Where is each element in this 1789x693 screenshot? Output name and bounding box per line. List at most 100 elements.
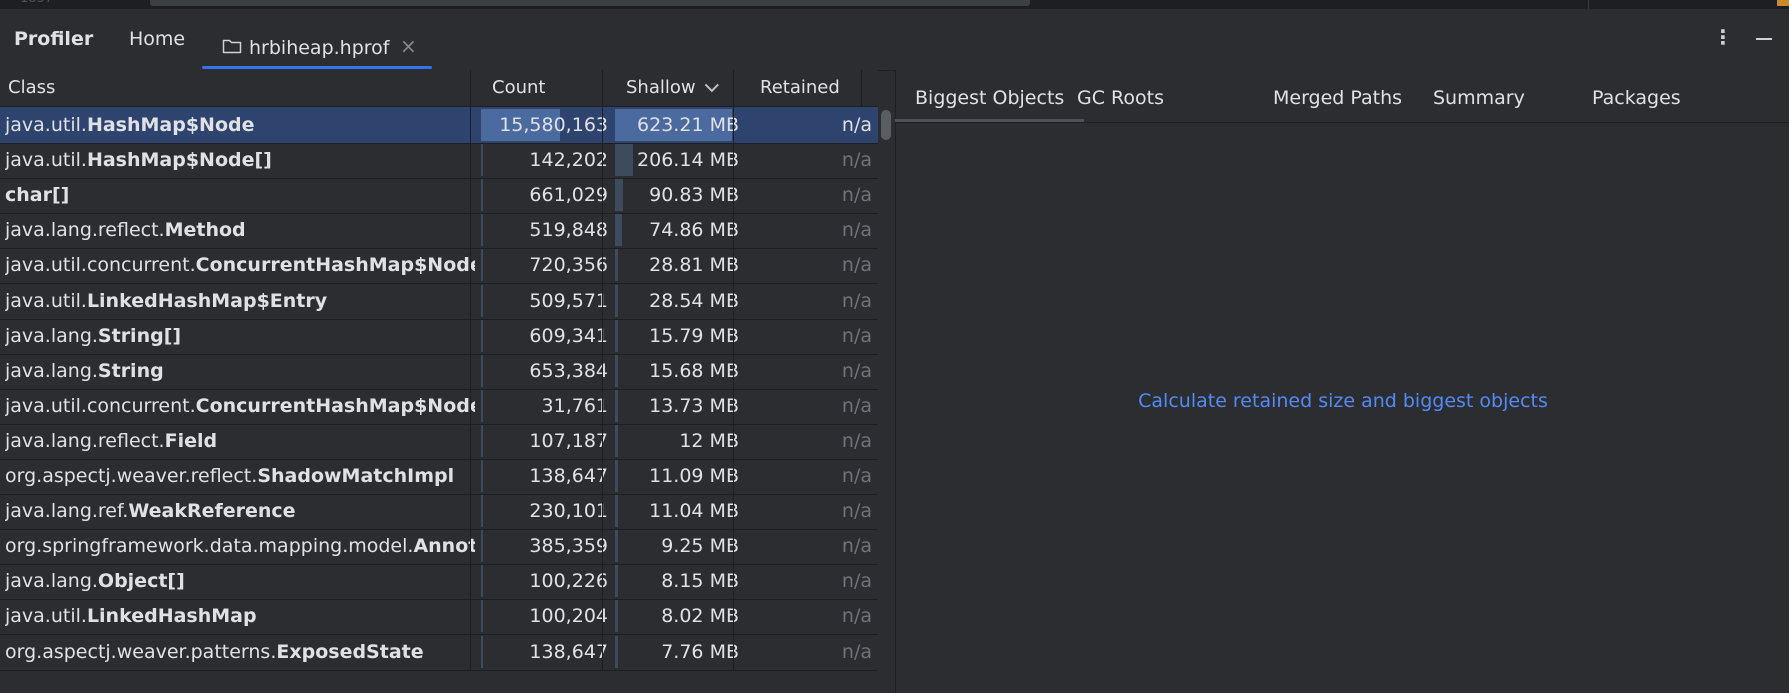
- cell-divider: [733, 633, 734, 670]
- column-divider[interactable]: [602, 70, 603, 106]
- column-header-shallow-label: Shallow: [626, 77, 696, 98]
- cell-divider: [602, 387, 603, 424]
- shallow-cell: 9.25 MB: [661, 535, 739, 558]
- table-row[interactable]: java.lang.ref.WeakReference 230,101 11.04 …: [0, 493, 878, 531]
- table-row[interactable]: java.util.LinkedHashMap$Entry 509,571 28.5…: [0, 282, 878, 320]
- tab-gc-roots[interactable]: GC Roots: [1077, 70, 1164, 122]
- table-row[interactable]: java.util.concurrent.ConcurrentHashMap$N…: [0, 387, 878, 425]
- table-scrollbar-track[interactable]: [878, 107, 894, 693]
- table-row[interactable]: java.util.concurrent.ConcurrentHashMap$N…: [0, 247, 878, 285]
- table-row[interactable]: org.aspectj.weaver.reflect.ShadowMatchIm…: [0, 458, 878, 495]
- shallow-cell: 15.68 MB: [649, 359, 739, 382]
- retained-cell: n/a: [841, 184, 872, 207]
- cell-divider: [602, 493, 603, 530]
- cell-divider: [602, 107, 603, 143]
- class-simple-name: String[]: [97, 324, 182, 347]
- cell-divider: [470, 317, 471, 354]
- count-cell: 142,202: [529, 149, 608, 172]
- error-stripe-marker[interactable]: [1777, 0, 1789, 6]
- class-package: java.lang.reflect.: [5, 429, 165, 452]
- tab-hprof-file[interactable]: hrbiheap.hprof ×: [202, 19, 432, 69]
- cell-divider: [470, 493, 471, 530]
- column-header-retained[interactable]: Retained: [760, 70, 840, 106]
- column-header-class[interactable]: Class: [8, 70, 55, 106]
- minimize-icon[interactable]: [1755, 26, 1773, 46]
- class-package: org.springframework.data.mapping.model.: [5, 535, 414, 558]
- count-cell: 138,647: [529, 640, 608, 663]
- table-row[interactable]: org.springframework.data.mapping.model.A…: [0, 528, 878, 566]
- table-row[interactable]: java.lang.reflect.Field 107,187 12 MB n/a: [0, 422, 878, 460]
- cell-divider: [733, 598, 734, 635]
- column-header-shallow[interactable]: Shallow: [626, 70, 719, 106]
- table-row[interactable]: java.lang.String 653,384 15.68 MB n/a: [0, 352, 878, 390]
- table-row[interactable]: java.lang.Object[] 100,226 8.15 MB n/a: [0, 563, 878, 601]
- cell-divider: [602, 528, 603, 565]
- shallow-cell: 8.02 MB: [661, 605, 739, 628]
- details-panel: Biggest Objects GC Roots Merged Paths Summa…: [894, 70, 1789, 693]
- table-scrollbar-thumb[interactable]: [881, 110, 891, 140]
- cell-divider: [470, 528, 471, 565]
- count-cell: 609,341: [529, 324, 608, 347]
- shallow-cell: 206.14 MB: [637, 149, 739, 172]
- column-divider[interactable]: [861, 70, 862, 106]
- cell-divider: [733, 422, 734, 459]
- count-cell: 519,848: [529, 219, 608, 242]
- class-simple-name: String: [97, 359, 164, 382]
- cell-divider: [470, 352, 471, 389]
- class-simple-name: HashMap$Node: [86, 114, 255, 136]
- tab-merged-paths[interactable]: Merged Paths: [1273, 70, 1402, 122]
- shallow-cell: 623.21 MB: [637, 114, 739, 136]
- cell-divider: [602, 317, 603, 354]
- cell-divider: [470, 387, 471, 424]
- table-row[interactable]: java.util.LinkedHashMap 100,204 8.02 MB n/a: [0, 598, 878, 636]
- tab-packages[interactable]: Packages: [1592, 70, 1681, 122]
- class-name-cell: java.util.concurrent.ConcurrentHashMap$N…: [5, 247, 475, 283]
- calculate-retained-size-link[interactable]: Calculate retained size and biggest obje…: [896, 390, 1789, 412]
- retained-cell: n/a: [841, 429, 872, 452]
- shallow-cell: 11.04 MB: [649, 500, 739, 523]
- count-cell: 509,571: [529, 289, 608, 312]
- table-row[interactable]: java.util.HashMap$Node 15,580,163 623.21 M…: [0, 107, 878, 144]
- cell-divider: [733, 212, 734, 249]
- column-divider[interactable]: [470, 70, 471, 106]
- shallow-cell: 28.81 MB: [649, 254, 739, 277]
- class-package: org.aspectj.weaver.reflect.: [5, 465, 258, 487]
- column-divider[interactable]: [733, 70, 734, 106]
- cell-divider: [470, 422, 471, 459]
- class-package: java.util.: [5, 605, 87, 628]
- tab-biggest-objects[interactable]: Biggest Objects: [894, 70, 1085, 122]
- count-cell: 100,226: [529, 570, 608, 593]
- shallow-cell: 28.54 MB: [649, 289, 739, 312]
- count-cell: 107,187: [529, 429, 608, 452]
- class-name-cell: java.util.HashMap$Node[]: [5, 142, 475, 178]
- tab-file-label: hrbiheap.hprof: [249, 37, 390, 59]
- class-name-cell: java.util.LinkedHashMap: [5, 598, 475, 634]
- class-simple-name: ConcurrentHashMap$Node: [195, 254, 475, 277]
- cell-divider: [733, 528, 734, 565]
- retained-cell: n/a: [841, 465, 872, 487]
- cell-divider: [733, 142, 734, 179]
- tab-summary[interactable]: Summary: [1433, 70, 1525, 122]
- cell-divider: [602, 458, 603, 494]
- table-row[interactable]: java.lang.String[] 609,341 15.79 MB n/a: [0, 317, 878, 355]
- column-header-count[interactable]: Count: [492, 70, 545, 106]
- table-row[interactable]: java.lang.reflect.Method 519,848 74.86 MB n…: [0, 212, 878, 250]
- details-tabs: Biggest Objects GC Roots Merged Paths Summa…: [894, 70, 1789, 123]
- class-package: java.lang.reflect.: [5, 219, 165, 242]
- editor-horizontal-scrollbar[interactable]: [150, 0, 1030, 6]
- cell-divider: [470, 247, 471, 284]
- cell-divider: [470, 598, 471, 635]
- count-cell: 653,384: [529, 359, 608, 382]
- close-icon[interactable]: ×: [400, 34, 417, 58]
- table-row[interactable]: java.util.HashMap$Node[] 142,202 206.14 MB…: [0, 142, 878, 180]
- profiler-toolbar: Profiler Home hrbiheap.hprof × ⋮: [0, 9, 1789, 71]
- editor-strip: 1837: [0, 0, 1789, 9]
- cell-divider: [602, 633, 603, 670]
- table-row[interactable]: char[] 661,029 90.83 MB n/a: [0, 177, 878, 215]
- class-name-cell: java.util.HashMap$Node: [5, 107, 475, 143]
- class-simple-name: ConcurrentHashMap$Node[]: [195, 394, 475, 417]
- count-cell: 385,359: [529, 535, 608, 558]
- tab-home[interactable]: Home: [129, 28, 185, 50]
- more-options-icon[interactable]: ⋮: [1713, 25, 1733, 49]
- table-row[interactable]: org.aspectj.weaver.patterns.ExposedState…: [0, 633, 878, 671]
